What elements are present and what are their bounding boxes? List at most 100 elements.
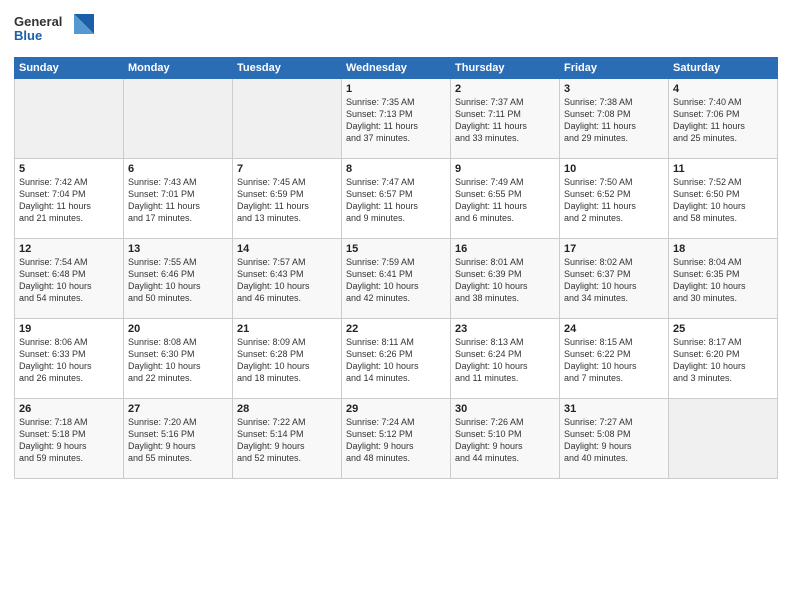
day-info: Sunrise: 7:54 AM Sunset: 6:48 PM Dayligh… (19, 256, 119, 305)
day-number: 1 (346, 83, 446, 95)
calendar-cell: 31Sunrise: 7:27 AM Sunset: 5:08 PM Dayli… (560, 399, 669, 479)
day-number: 16 (455, 243, 555, 255)
day-number: 4 (673, 83, 773, 95)
weekday-header-row: SundayMondayTuesdayWednesdayThursdayFrid… (15, 58, 778, 79)
day-number: 2 (455, 83, 555, 95)
svg-text:Blue: Blue (14, 28, 42, 43)
day-number: 25 (673, 323, 773, 335)
day-info: Sunrise: 7:38 AM Sunset: 7:08 PM Dayligh… (564, 96, 664, 145)
day-number: 20 (128, 323, 228, 335)
day-number: 21 (237, 323, 337, 335)
day-info: Sunrise: 8:09 AM Sunset: 6:28 PM Dayligh… (237, 336, 337, 385)
day-number: 23 (455, 323, 555, 335)
calendar-cell: 9Sunrise: 7:49 AM Sunset: 6:55 PM Daylig… (451, 159, 560, 239)
calendar-cell: 23Sunrise: 8:13 AM Sunset: 6:24 PM Dayli… (451, 319, 560, 399)
day-info: Sunrise: 8:04 AM Sunset: 6:35 PM Dayligh… (673, 256, 773, 305)
day-info: Sunrise: 7:47 AM Sunset: 6:57 PM Dayligh… (346, 176, 446, 225)
calendar-cell: 16Sunrise: 8:01 AM Sunset: 6:39 PM Dayli… (451, 239, 560, 319)
day-info: Sunrise: 7:24 AM Sunset: 5:12 PM Dayligh… (346, 416, 446, 465)
calendar-cell: 3Sunrise: 7:38 AM Sunset: 7:08 PM Daylig… (560, 79, 669, 159)
calendar-cell: 28Sunrise: 7:22 AM Sunset: 5:14 PM Dayli… (233, 399, 342, 479)
day-number: 22 (346, 323, 446, 335)
day-info: Sunrise: 7:22 AM Sunset: 5:14 PM Dayligh… (237, 416, 337, 465)
calendar-cell: 22Sunrise: 8:11 AM Sunset: 6:26 PM Dayli… (342, 319, 451, 399)
calendar-cell: 29Sunrise: 7:24 AM Sunset: 5:12 PM Dayli… (342, 399, 451, 479)
calendar-week-5: 26Sunrise: 7:18 AM Sunset: 5:18 PM Dayli… (15, 399, 778, 479)
day-info: Sunrise: 7:57 AM Sunset: 6:43 PM Dayligh… (237, 256, 337, 305)
day-number: 28 (237, 403, 337, 415)
calendar-cell: 1Sunrise: 7:35 AM Sunset: 7:13 PM Daylig… (342, 79, 451, 159)
calendar-cell: 10Sunrise: 7:50 AM Sunset: 6:52 PM Dayli… (560, 159, 669, 239)
day-number: 30 (455, 403, 555, 415)
day-info: Sunrise: 7:40 AM Sunset: 7:06 PM Dayligh… (673, 96, 773, 145)
calendar-cell: 6Sunrise: 7:43 AM Sunset: 7:01 PM Daylig… (124, 159, 233, 239)
day-info: Sunrise: 8:17 AM Sunset: 6:20 PM Dayligh… (673, 336, 773, 385)
day-info: Sunrise: 7:50 AM Sunset: 6:52 PM Dayligh… (564, 176, 664, 225)
calendar-week-2: 5Sunrise: 7:42 AM Sunset: 7:04 PM Daylig… (15, 159, 778, 239)
day-info: Sunrise: 8:08 AM Sunset: 6:30 PM Dayligh… (128, 336, 228, 385)
day-number: 18 (673, 243, 773, 255)
day-info: Sunrise: 7:26 AM Sunset: 5:10 PM Dayligh… (455, 416, 555, 465)
day-number: 17 (564, 243, 664, 255)
day-info: Sunrise: 7:35 AM Sunset: 7:13 PM Dayligh… (346, 96, 446, 145)
calendar-cell: 8Sunrise: 7:47 AM Sunset: 6:57 PM Daylig… (342, 159, 451, 239)
day-number: 31 (564, 403, 664, 415)
calendar-week-3: 12Sunrise: 7:54 AM Sunset: 6:48 PM Dayli… (15, 239, 778, 319)
weekday-header-tuesday: Tuesday (233, 58, 342, 79)
day-number: 10 (564, 163, 664, 175)
calendar-cell (233, 79, 342, 159)
calendar-cell (124, 79, 233, 159)
calendar-cell: 24Sunrise: 8:15 AM Sunset: 6:22 PM Dayli… (560, 319, 669, 399)
calendar-week-1: 1Sunrise: 7:35 AM Sunset: 7:13 PM Daylig… (15, 79, 778, 159)
day-number: 7 (237, 163, 337, 175)
calendar-cell (15, 79, 124, 159)
svg-text:General: General (14, 14, 62, 29)
day-number: 8 (346, 163, 446, 175)
day-number: 19 (19, 323, 119, 335)
calendar-cell: 4Sunrise: 7:40 AM Sunset: 7:06 PM Daylig… (669, 79, 778, 159)
calendar-cell: 25Sunrise: 8:17 AM Sunset: 6:20 PM Dayli… (669, 319, 778, 399)
day-info: Sunrise: 7:27 AM Sunset: 5:08 PM Dayligh… (564, 416, 664, 465)
day-number: 9 (455, 163, 555, 175)
calendar-cell: 13Sunrise: 7:55 AM Sunset: 6:46 PM Dayli… (124, 239, 233, 319)
day-number: 13 (128, 243, 228, 255)
day-number: 26 (19, 403, 119, 415)
weekday-header-sunday: Sunday (15, 58, 124, 79)
weekday-header-wednesday: Wednesday (342, 58, 451, 79)
day-number: 27 (128, 403, 228, 415)
day-number: 24 (564, 323, 664, 335)
main-container: General Blue SundayMondayTuesdayWednesda… (0, 0, 792, 487)
calendar-cell: 14Sunrise: 7:57 AM Sunset: 6:43 PM Dayli… (233, 239, 342, 319)
day-number: 6 (128, 163, 228, 175)
day-info: Sunrise: 8:15 AM Sunset: 6:22 PM Dayligh… (564, 336, 664, 385)
calendar-table: SundayMondayTuesdayWednesdayThursdayFrid… (14, 57, 778, 479)
weekday-header-monday: Monday (124, 58, 233, 79)
header: General Blue (14, 10, 778, 53)
calendar-cell: 20Sunrise: 8:08 AM Sunset: 6:30 PM Dayli… (124, 319, 233, 399)
logo: General Blue (14, 10, 104, 53)
day-number: 14 (237, 243, 337, 255)
calendar-cell: 11Sunrise: 7:52 AM Sunset: 6:50 PM Dayli… (669, 159, 778, 239)
day-number: 12 (19, 243, 119, 255)
calendar-cell (669, 399, 778, 479)
calendar-cell: 30Sunrise: 7:26 AM Sunset: 5:10 PM Dayli… (451, 399, 560, 479)
day-number: 15 (346, 243, 446, 255)
calendar-cell: 12Sunrise: 7:54 AM Sunset: 6:48 PM Dayli… (15, 239, 124, 319)
calendar-week-4: 19Sunrise: 8:06 AM Sunset: 6:33 PM Dayli… (15, 319, 778, 399)
weekday-header-thursday: Thursday (451, 58, 560, 79)
calendar-cell: 26Sunrise: 7:18 AM Sunset: 5:18 PM Dayli… (15, 399, 124, 479)
day-info: Sunrise: 8:02 AM Sunset: 6:37 PM Dayligh… (564, 256, 664, 305)
calendar-cell: 21Sunrise: 8:09 AM Sunset: 6:28 PM Dayli… (233, 319, 342, 399)
calendar-cell: 2Sunrise: 7:37 AM Sunset: 7:11 PM Daylig… (451, 79, 560, 159)
day-info: Sunrise: 7:43 AM Sunset: 7:01 PM Dayligh… (128, 176, 228, 225)
day-info: Sunrise: 8:01 AM Sunset: 6:39 PM Dayligh… (455, 256, 555, 305)
calendar-cell: 27Sunrise: 7:20 AM Sunset: 5:16 PM Dayli… (124, 399, 233, 479)
day-number: 3 (564, 83, 664, 95)
day-info: Sunrise: 7:59 AM Sunset: 6:41 PM Dayligh… (346, 256, 446, 305)
day-info: Sunrise: 7:45 AM Sunset: 6:59 PM Dayligh… (237, 176, 337, 225)
day-number: 11 (673, 163, 773, 175)
day-info: Sunrise: 7:49 AM Sunset: 6:55 PM Dayligh… (455, 176, 555, 225)
day-number: 5 (19, 163, 119, 175)
day-info: Sunrise: 7:55 AM Sunset: 6:46 PM Dayligh… (128, 256, 228, 305)
calendar-cell: 15Sunrise: 7:59 AM Sunset: 6:41 PM Dayli… (342, 239, 451, 319)
